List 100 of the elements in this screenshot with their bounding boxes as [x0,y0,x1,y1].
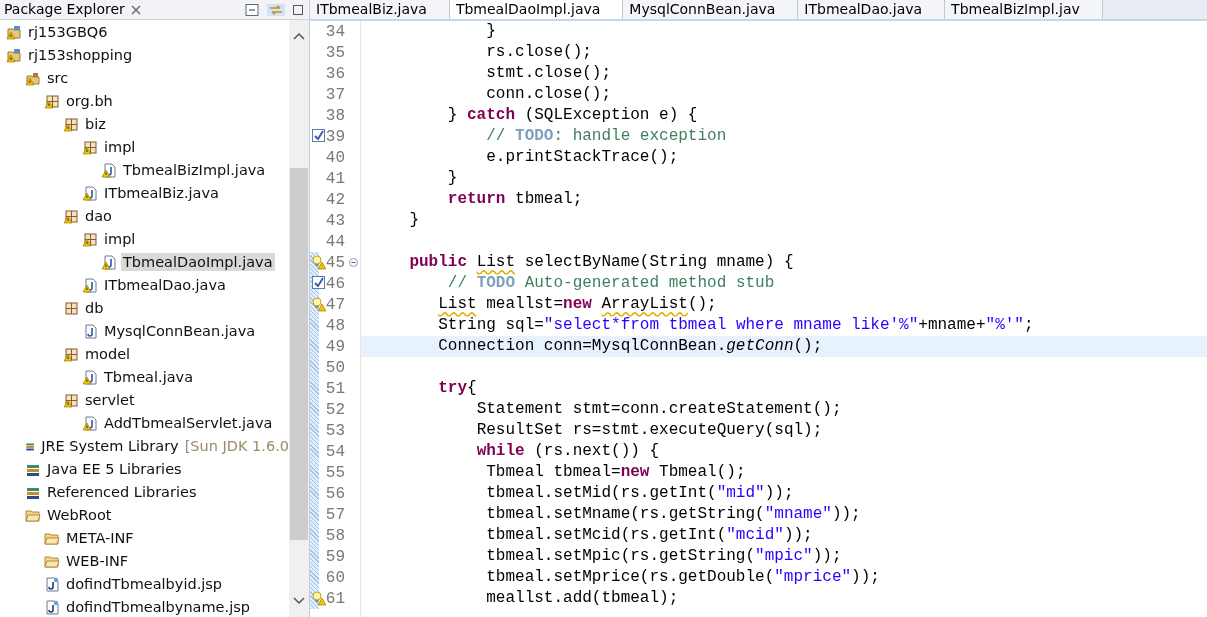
code-line: Connection conn=MysqlConnBean.getConn(); [437,337,823,355]
line-number: 42 [324,190,345,209]
code-line: Tbmeal tbmeal=new Tbmeal(); [485,463,746,481]
code-line: while (rs.next()) { [475,442,660,460]
tree-item[interactable]: db [83,298,106,317]
code-line: String sql="select*from tbmeal where mname like'%"+mname+"%'"; [437,316,1034,334]
line-number: 57 [324,505,345,524]
tree-item[interactable]: src [45,68,71,87]
tree-item[interactable]: rj153GBQ6 [26,22,110,41]
tree-item[interactable]: biz [83,114,108,133]
tree-item[interactable]: WebRoot [45,505,114,524]
line-number: 59 [324,547,345,566]
line-number: 47 [324,295,345,314]
line-number: 44 [324,232,345,251]
tree-item[interactable]: TbmealBizImpl.java [121,160,268,179]
warning-lightbulb-icon[interactable] [312,297,326,312]
code-line: Statement stmt=conn.createStatement(); [475,400,842,418]
tree-item[interactable]: ITbmealDao.java [102,275,228,294]
line-number: 38 [324,106,345,125]
line-number: 43 [324,211,345,230]
code-line: tbmeal.setMid(rs.getInt("mid")); [485,484,794,502]
code-line: tbmeal.setMcid(rs.getInt("mcid")); [485,526,813,544]
line-number: 60 [324,568,345,587]
task-checkbox-icon[interactable] [312,276,325,289]
code-line: rs.close(); [485,43,592,61]
line-number: 34 [324,22,345,41]
tree-item[interactable]: servlet [83,390,137,409]
fold-minus-icon[interactable] [349,258,358,267]
line-number: 58 [324,526,345,545]
code-line: } [485,22,496,40]
task-checkbox-icon[interactable] [312,129,325,142]
tree-item[interactable]: dofindTbmealbyid.jsp [64,574,225,593]
line-number: 35 [324,43,345,62]
code-line: public List selectByName(String mname) { [408,253,794,271]
line-number: 46 [324,274,345,293]
line-number: 37 [324,85,345,104]
scrollbar-thumb[interactable] [290,168,308,540]
line-number: 53 [324,421,345,440]
tree-item[interactable]: dao [83,206,114,225]
line-number: 51 [324,379,345,398]
tree-item[interactable]: META-INF [64,528,136,547]
editor-tab[interactable]: ITbmealBiz.java [310,0,450,19]
tree-item[interactable]: rj153shopping [26,45,135,64]
line-number: 41 [324,169,345,188]
code-line: // TODO: handle exception [485,127,727,145]
line-number: 40 [324,148,345,167]
tree-item[interactable]: Tbmeal.java [102,367,195,386]
code-line: meallst.add(tbmeal); [485,589,679,607]
code-line: } catch (SQLException e) { [446,106,698,124]
editor-tab[interactable]: ITbmealDao.java [798,0,946,19]
line-number: 52 [324,400,345,419]
tree-item[interactable]: impl [102,229,138,248]
code-line: e.printStackTrace(); [485,148,679,166]
line-number: 55 [324,463,345,482]
scrollbar[interactable] [289,20,309,617]
code-line: ResultSet rs=stmt.executeQuery(sql); [475,421,823,439]
line-number: 45 [324,253,345,272]
line-number: 54 [324,442,345,461]
code-line: return tbmeal; [446,190,583,208]
line-number: 61 [324,589,345,608]
tree-item[interactable]: org.bh [64,91,115,110]
collapse-all-icon[interactable] [245,3,259,16]
tree-item[interactable]: impl [102,137,138,156]
line-number: 39 [324,127,345,146]
tree-item-detail: [Sun JDK 1.6.0 [184,437,289,454]
code-line: try{ [437,379,477,397]
panel-title[interactable]: Package Explorer [0,1,125,18]
editor-tab[interactable]: TbmealBizImpl.jav [945,0,1103,19]
code-line: // TODO Auto-generated method stub [446,274,775,292]
code-line: } [446,169,458,187]
code-line: tbmeal.setMprice(rs.getDouble("mprice")); [485,568,880,586]
warning-lightbulb-icon[interactable] [312,591,326,606]
code-line: } [408,211,419,229]
line-number: 56 [324,484,345,503]
warning-lightbulb-icon[interactable] [312,255,326,270]
tree-item[interactable]: JRE System Library [39,436,181,455]
code-line: tbmeal.setMpic(rs.getString("mpic")); [485,547,842,565]
tree-item[interactable]: AddTbmealServlet.java [102,413,275,432]
code-line: List meallst=new ArrayList(); [437,295,717,313]
link-arrows-icon[interactable] [267,3,285,16]
code-line: stmt.close(); [485,64,612,82]
line-number: 48 [324,316,345,335]
scroll-up-icon[interactable] [293,32,305,40]
line-number: 49 [324,337,345,356]
tree-item[interactable]: Referenced Libraries [45,482,199,501]
tree-item[interactable]: Java EE 5 Libraries [45,459,184,478]
tree-item[interactable]: ITbmealBiz.java [102,183,221,202]
line-number: 36 [324,64,345,83]
tree-item[interactable]: WEB-INF [64,551,131,570]
maximize-icon[interactable] [293,4,303,15]
code-line: conn.close(); [485,85,612,103]
code-line: tbmeal.setMname(rs.getString("mname")); [485,505,861,523]
editor-tab[interactable]: TbmealDaoImpl.java [449,0,624,19]
tree-item[interactable]: dofindTbmealbyname.jsp [64,597,252,616]
close-icon[interactable] [130,4,141,15]
scroll-down-icon[interactable] [293,597,305,605]
tree-item[interactable]: MysqlConnBean.java [102,321,258,340]
editor-tab[interactable]: MysqlConnBean.java [623,0,799,19]
tree-item[interactable]: model [83,344,133,363]
tree-item[interactable]: TbmealDaoImpl.java [121,252,275,271]
